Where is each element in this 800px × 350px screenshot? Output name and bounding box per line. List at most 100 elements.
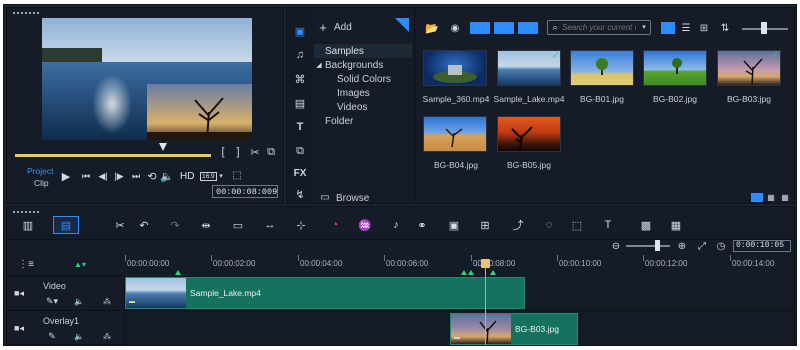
title-editor-icon[interactable]: ▣ <box>445 217 463 233</box>
details-view-icon[interactable]: ⊞ <box>697 22 711 34</box>
fullscreen-icon[interactable]: ⬚ <box>231 169 243 181</box>
next-frame-icon[interactable]: |▶ <box>113 170 125 182</box>
scrubber-handle[interactable] <box>159 143 167 151</box>
aspect-dropdown-icon[interactable]: ▾ <box>216 170 226 182</box>
preview-screen[interactable] <box>42 18 252 140</box>
repeat-icon[interactable]: ⟲ <box>146 170 158 183</box>
undo-icon[interactable]: ↶ <box>135 217 153 233</box>
tools-icon[interactable]: ✂ <box>111 217 129 233</box>
corner-flag-icon[interactable] <box>395 18 409 32</box>
search-input[interactable] <box>562 22 636 33</box>
thumb-sample-360[interactable] <box>423 50 487 86</box>
timeline-view-button[interactable]: ▤ <box>53 216 79 234</box>
hd-preview-toggle[interactable]: HD <box>180 171 194 182</box>
track-transparency-icon[interactable]: ⊹ <box>292 217 310 233</box>
audio-waveform-icon[interactable]: ♒ <box>356 217 374 233</box>
thumb-bg-b05[interactable] <box>497 116 561 152</box>
timeline-clip-bg-b03[interactable]: ▬ BG-B03.jpg <box>450 313 578 345</box>
project-duration-display[interactable]: 0:00:10:05 <box>733 240 791 252</box>
zoom-slider[interactable] <box>626 245 670 247</box>
add-icon[interactable]: + <box>317 20 329 35</box>
fx-icon[interactable]: FX <box>291 166 309 180</box>
tree-item-images[interactable]: Images <box>337 88 370 99</box>
track-name-video[interactable]: Video <box>43 281 66 291</box>
zoom-slider-handle[interactable] <box>655 240 660 251</box>
transition-icon[interactable]: ⧉ <box>291 144 309 158</box>
track-mute-all-icon[interactable]: ⁂ <box>101 296 113 306</box>
show-photos-toggle[interactable] <box>494 22 514 34</box>
library-view-option-icon[interactable]: ▦ <box>765 192 777 202</box>
media-category-icon[interactable]: ▣ <box>291 24 309 38</box>
mark-out-icon[interactable]: ] <box>232 146 244 158</box>
fit-timeline-icon[interactable]: ⤢ <box>696 240 708 252</box>
track-edit-icon[interactable]: ✎▾ <box>45 296 59 306</box>
library-view-option-icon-2[interactable]: ▦ <box>779 192 791 202</box>
track-volume-icon-2[interactable]: 🔈 <box>73 331 85 341</box>
library-view-option-active[interactable] <box>751 193 763 202</box>
play-icon[interactable]: ▶ <box>59 169 73 183</box>
previous-frame-icon[interactable]: ◀| <box>97 170 109 182</box>
search-options-icon[interactable]: ▾ <box>640 22 648 32</box>
volume-icon[interactable]: 🔈 <box>160 170 174 183</box>
add-chapter-marker-icon[interactable]: ▲▾ <box>73 259 87 269</box>
split-screen-icon[interactable]: ◔ <box>326 217 344 233</box>
sort-icon[interactable]: ⇅ <box>719 22 731 34</box>
thumb-bg-b01[interactable] <box>570 50 634 86</box>
tree-item-samples[interactable]: Samples <box>325 46 364 57</box>
split-screen-template-icon[interactable]: ⊞ <box>476 217 494 233</box>
thumbnail-view-button[interactable] <box>661 22 675 34</box>
track-mute-all-icon-2[interactable]: ⁂ <box>101 331 113 341</box>
add-folder-button[interactable]: Add <box>334 22 352 33</box>
redo-icon[interactable]: ↷ <box>166 217 184 233</box>
thumb-bg-b02[interactable] <box>643 50 707 86</box>
motion-tracking-icon[interactable]: ⤴ <box>509 217 527 233</box>
fit-project-icon[interactable]: ⇹ <box>197 217 215 233</box>
expand-arrow-icon[interactable]: ◢ <box>315 60 323 70</box>
trim-bar[interactable] <box>15 154 211 157</box>
go-to-start-icon[interactable]: ⏮ <box>80 170 92 182</box>
project-mode-label[interactable]: Project <box>27 166 53 176</box>
timecode-display[interactable]: 00:00:08:009 <box>212 185 278 198</box>
subtitle-editor-icon[interactable]: ▩ <box>637 217 655 233</box>
zoom-in-icon[interactable]: ⊕ <box>676 240 688 252</box>
tree-item-solid-colors[interactable]: Solid Colors <box>337 74 391 85</box>
screen-recorder-icon[interactable]: ⬚ <box>568 217 586 233</box>
playhead-line[interactable] <box>485 265 486 345</box>
template-icon[interactable]: ▤ <box>291 96 309 110</box>
3d-title-icon[interactable]: T <box>599 217 617 233</box>
track-manager-icon[interactable]: ⋮≡ <box>18 259 34 270</box>
browse-icon[interactable]: ▭ <box>319 192 331 203</box>
copy-icon[interactable]: ⧉ <box>265 146 277 158</box>
show-audio-toggle[interactable] <box>518 22 538 34</box>
tree-item-folder[interactable]: Folder <box>325 116 353 127</box>
chapter-point-icon[interactable]: ▦ <box>667 217 685 233</box>
tree-item-videos[interactable]: Videos <box>337 102 367 113</box>
record-capture-icon[interactable]: ◉ <box>449 22 461 34</box>
track-name-overlay1[interactable]: Overlay1 <box>43 316 79 326</box>
crop-icon[interactable]: ▭ <box>229 217 247 233</box>
mark-in-icon[interactable]: [ <box>217 146 229 158</box>
split-clip-icon[interactable]: ✂ <box>249 146 261 159</box>
instant-project-icon[interactable]: ⌘ <box>291 72 309 86</box>
browse-button[interactable]: Browse <box>336 193 369 204</box>
panel-grip[interactable] <box>13 12 39 14</box>
timeline-grip[interactable] <box>13 211 39 213</box>
clip-mode-label[interactable]: Clip <box>34 178 49 188</box>
search-box[interactable]: ⌕ ▾ <box>547 20 651 35</box>
clock-icon[interactable]: ◷ <box>715 240 727 252</box>
playhead-handle[interactable] <box>481 259 490 268</box>
zoom-out-icon[interactable]: ⊖ <box>610 240 622 252</box>
list-view-icon[interactable]: ☰ <box>679 22 693 34</box>
motion-path-icon[interactable]: ↯ <box>291 188 309 201</box>
aspect-ratio-selector[interactable]: 16:9 <box>200 172 217 181</box>
track-edit-icon-2[interactable]: ✎ <box>45 331 59 341</box>
track-volume-icon[interactable]: 🔈 <box>73 296 85 306</box>
auto-music-icon[interactable]: ♪ <box>387 217 405 233</box>
title-icon[interactable]: T <box>291 120 309 134</box>
audio-category-icon[interactable]: ♫ <box>291 48 309 62</box>
storyboard-view-icon[interactable]: ▥ <box>19 218 37 232</box>
thumbnail-size-handle[interactable] <box>761 22 767 34</box>
go-to-end-icon[interactable]: ⏭ <box>130 170 142 182</box>
multi-camera-icon[interactable]: ⚭ <box>413 217 431 233</box>
overlay-preview[interactable] <box>147 84 252 140</box>
